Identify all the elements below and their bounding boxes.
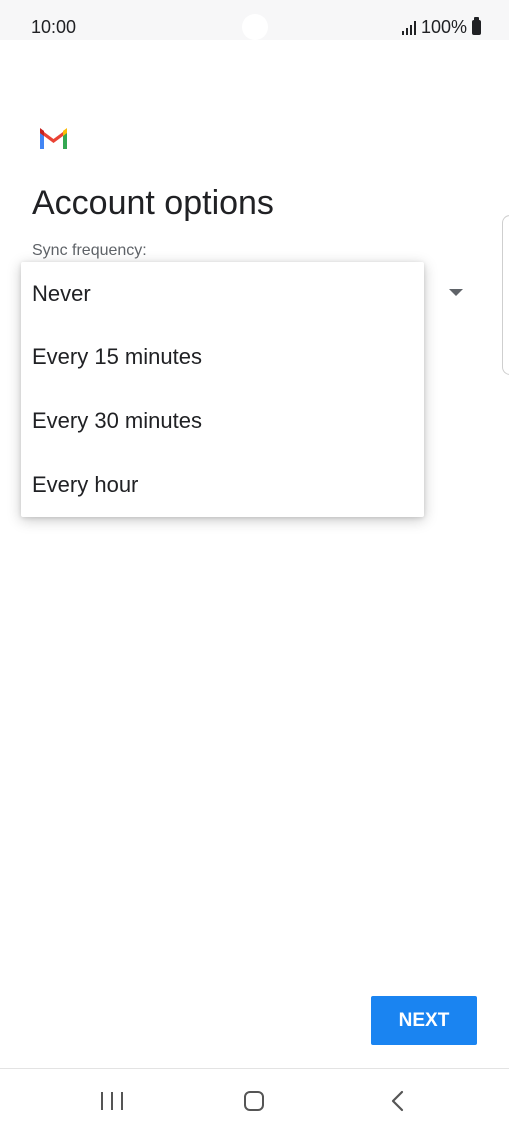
recent-apps-icon[interactable]	[101, 1092, 123, 1110]
navigation-bar	[0, 1069, 509, 1132]
gmail-icon	[40, 128, 67, 149]
sync-frequency-label: Sync frequency:	[32, 242, 147, 259]
battery-icon	[472, 17, 481, 35]
menu-item-every-hour[interactable]: Every hour	[21, 453, 424, 517]
camera-cutout	[242, 14, 268, 40]
status-time: 10:00	[31, 17, 77, 37]
status-indicators: 100%	[401, 17, 481, 38]
menu-item-never[interactable]: Never	[21, 262, 424, 325]
menu-item-every-30-minutes[interactable]: Every 30 minutes	[21, 389, 424, 453]
dropdown-arrow-icon[interactable]	[449, 289, 463, 296]
menu-item-every-15-minutes[interactable]: Every 15 minutes	[21, 325, 424, 389]
page-title: Account options	[32, 184, 274, 222]
signal-icon	[401, 20, 416, 35]
status-bar: 10:00 100%	[0, 0, 509, 40]
sync-frequency-dropdown-menu: Never Every 15 minutes Every 30 minutes …	[21, 262, 424, 517]
scroll-indicator	[502, 215, 509, 375]
next-button[interactable]: NEXT	[371, 996, 477, 1045]
back-icon[interactable]	[389, 1090, 407, 1112]
home-icon[interactable]	[244, 1091, 264, 1111]
battery-percentage: 100%	[420, 17, 467, 37]
